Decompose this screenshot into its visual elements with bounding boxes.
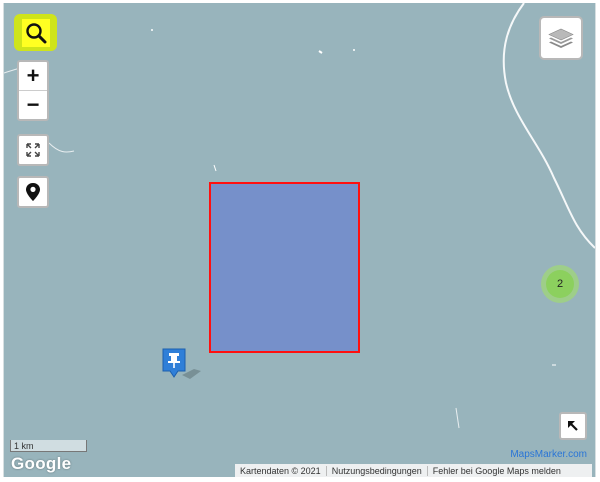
fullscreen-icon	[26, 143, 40, 157]
expand-map-button[interactable]	[559, 412, 587, 440]
search-icon	[25, 22, 46, 43]
layers-icon	[548, 28, 574, 48]
zoom-control: + −	[17, 60, 49, 121]
mapsmarker-link[interactable]: MapsMarker.com	[510, 449, 587, 460]
map-polygon[interactable]	[209, 182, 360, 353]
google-logo: Google	[11, 454, 72, 473]
pushpin-icon	[162, 348, 201, 379]
scale-bar: 1 km	[10, 440, 87, 452]
marker-cluster[interactable]: 2	[541, 265, 579, 303]
map-attribution: Kartendaten © 2021 Nutzungsbedingungen F…	[235, 464, 592, 477]
terms-link[interactable]: Nutzungsbedingungen	[325, 465, 427, 476]
location-pin-icon	[26, 183, 40, 201]
layers-button[interactable]	[539, 16, 583, 60]
report-error-link[interactable]: Fehler bei Google Maps melden	[426, 465, 566, 476]
map-data-text: Kartendaten © 2021	[240, 465, 321, 476]
search-button[interactable]	[14, 14, 57, 51]
fullscreen-button[interactable]	[17, 134, 49, 166]
zoom-in-button[interactable]: +	[19, 62, 47, 90]
map-marker[interactable]	[160, 347, 202, 386]
locate-button[interactable]	[17, 176, 49, 208]
map-canvas[interactable]: + − 2 1 km Google MapsMarker.com Kartend…	[3, 3, 596, 477]
arrow-up-left-icon	[568, 421, 578, 431]
cluster-count: 2	[546, 270, 574, 298]
zoom-out-button[interactable]: −	[19, 91, 47, 119]
